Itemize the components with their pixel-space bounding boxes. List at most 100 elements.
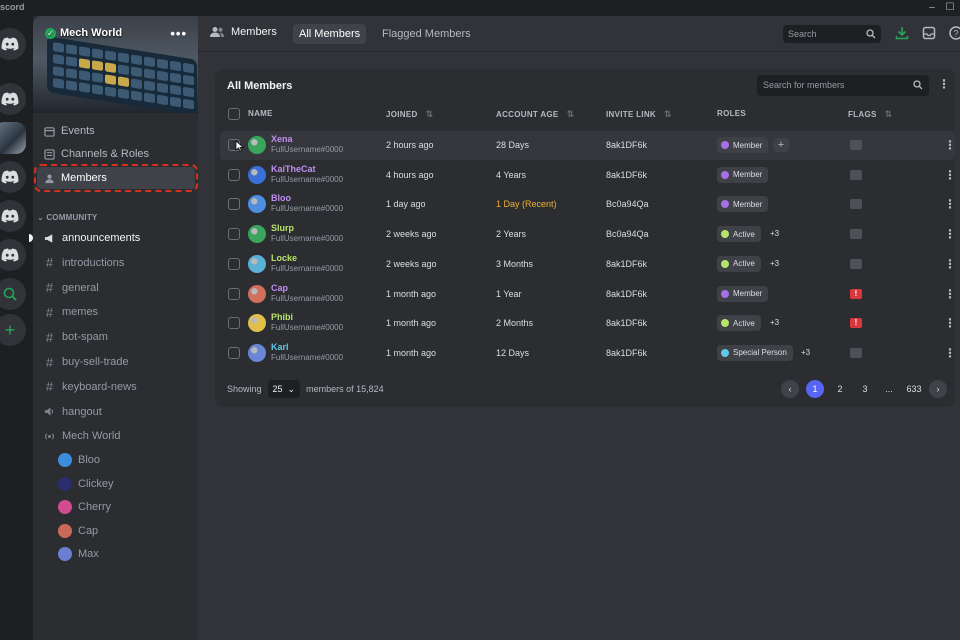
flag-alert-icon[interactable]: ! xyxy=(850,318,862,329)
inbox-icon[interactable] xyxy=(922,26,936,40)
server-server-5[interactable] xyxy=(0,239,26,271)
sort-icon[interactable]: ⇅ xyxy=(426,109,434,120)
role-badge[interactable]: Active xyxy=(717,255,761,272)
minimize-icon[interactable]: – xyxy=(926,2,938,14)
voice-user[interactable]: Bloo xyxy=(58,450,100,470)
table-row[interactable]: Bloo FullUsername#0000 1 day ago 1 Day (Rec… xyxy=(220,190,956,219)
prev-page-button[interactable]: ‹ xyxy=(781,380,799,398)
table-row[interactable]: Karl FullUsername#0000 1 month ago 12 Days 8… xyxy=(220,339,956,368)
help-icon[interactable]: ? xyxy=(949,26,960,40)
channel-general[interactable]: # general xyxy=(37,277,195,299)
row-menu-icon[interactable]: ⋮ xyxy=(944,257,956,271)
voice-user[interactable]: Cap xyxy=(58,521,98,541)
row-checkbox[interactable] xyxy=(228,228,240,241)
channel-bot-spam[interactable]: # bot-spam xyxy=(37,326,195,348)
flag-alert-icon[interactable]: ! xyxy=(850,288,862,299)
sort-icon[interactable]: ⇅ xyxy=(664,109,672,120)
download-icon[interactable] xyxy=(895,26,909,40)
avatar[interactable] xyxy=(248,254,266,273)
avatar[interactable] xyxy=(248,195,266,214)
channel-mech-world[interactable]: Mech World xyxy=(37,425,195,447)
row-checkbox[interactable] xyxy=(228,317,240,330)
column-invite-link[interactable]: INVITE LINK ⇅ xyxy=(606,109,672,120)
more-roles-count[interactable]: +3 xyxy=(770,259,779,268)
sort-icon[interactable]: ⇅ xyxy=(567,109,575,120)
row-menu-icon[interactable]: ⋮ xyxy=(944,227,956,241)
table-row[interactable]: Slurp FullUsername#0000 2 weeks ago 2 Years… xyxy=(220,220,956,249)
channel-buy-sell-trade[interactable]: # buy-sell-trade xyxy=(37,351,195,373)
voice-user[interactable]: Clickey xyxy=(58,474,113,494)
nav-members[interactable]: Members xyxy=(34,164,198,192)
role-badge[interactable]: Member xyxy=(717,285,769,302)
server-server-1[interactable] xyxy=(0,83,26,115)
member-name[interactable]: KaiTheCat xyxy=(271,164,316,174)
avatar[interactable] xyxy=(248,314,266,333)
row-checkbox[interactable] xyxy=(228,168,240,181)
role-badge[interactable]: Active xyxy=(717,226,761,243)
flag-icon[interactable] xyxy=(850,229,862,240)
server-add-server[interactable]: + xyxy=(0,314,26,346)
member-search-input[interactable]: Search for members xyxy=(757,75,929,96)
server-mech-world[interactable] xyxy=(0,122,26,154)
row-checkbox[interactable] xyxy=(228,346,240,359)
column-flags[interactable]: FLAGS ⇅ xyxy=(848,109,892,120)
role-badge[interactable]: Active xyxy=(717,315,761,332)
row-menu-icon[interactable]: ⋮ xyxy=(944,138,956,152)
row-menu-icon[interactable]: ⋮ xyxy=(944,346,956,360)
channel-announcements[interactable]: announcements xyxy=(37,227,195,249)
page-button-3[interactable]: 3 xyxy=(856,380,874,398)
member-name[interactable]: Locke xyxy=(271,253,297,263)
column-roles[interactable]: ROLES xyxy=(717,109,746,118)
column-joined[interactable]: JOINED ⇅ xyxy=(386,109,433,120)
page-button-633[interactable]: 633 xyxy=(901,380,927,398)
more-roles-count[interactable]: +3 xyxy=(770,229,779,238)
column-name[interactable]: NAME xyxy=(248,109,273,118)
server-server-3[interactable] xyxy=(0,161,26,193)
table-row[interactable]: Phibi FullUsername#0000 1 month ago 2 Month… xyxy=(220,309,956,338)
server-explore[interactable] xyxy=(0,278,26,310)
channel-keyboard-news[interactable]: # keyboard-news xyxy=(37,376,195,398)
table-row[interactable]: Locke FullUsername#0000 2 weeks ago 3 Month… xyxy=(220,250,956,279)
flag-icon[interactable] xyxy=(850,140,862,150)
page-button-2[interactable]: 2 xyxy=(831,380,849,398)
flag-icon[interactable] xyxy=(850,258,862,269)
more-roles-count[interactable]: +3 xyxy=(801,348,810,357)
table-row[interactable]: Xena FullUsername#0000 2 hours ago 28 Days 8… xyxy=(220,131,956,160)
avatar[interactable] xyxy=(248,136,266,154)
server-menu-icon[interactable]: ••• xyxy=(170,26,187,41)
avatar[interactable] xyxy=(248,284,266,303)
channel-hangout[interactable]: hangout xyxy=(37,401,195,423)
tab-flagged-members[interactable]: Flagged Members xyxy=(376,24,477,44)
select-all-checkbox[interactable] xyxy=(228,108,240,120)
row-menu-icon[interactable]: ⋮ xyxy=(944,287,956,301)
page-button-1[interactable]: 1 xyxy=(806,380,824,398)
member-name[interactable]: Xena xyxy=(271,134,293,144)
avatar[interactable] xyxy=(248,165,266,184)
row-checkbox[interactable] xyxy=(228,198,240,211)
row-checkbox[interactable] xyxy=(228,257,240,270)
avatar[interactable] xyxy=(248,225,266,244)
column-account-age[interactable]: ACCOUNT AGE ⇅ xyxy=(496,109,574,120)
tab-all-members[interactable]: All Members xyxy=(293,24,367,44)
member-name[interactable]: Cap xyxy=(271,283,288,293)
voice-user[interactable]: Cherry xyxy=(58,497,111,517)
role-badge[interactable]: Member xyxy=(717,166,769,183)
sort-icon[interactable]: ⇅ xyxy=(885,109,893,120)
row-menu-icon[interactable]: ⋮ xyxy=(944,316,956,330)
flag-icon[interactable] xyxy=(850,347,862,358)
flag-icon[interactable] xyxy=(850,169,862,180)
category-community[interactable]: ⌄ COMMUNITY xyxy=(37,213,97,222)
channel-memes[interactable]: # memes xyxy=(37,301,195,323)
page-size-select[interactable]: 25 ⌄ xyxy=(267,380,301,398)
add-role-button[interactable]: + xyxy=(773,138,789,152)
role-badge[interactable]: Member xyxy=(717,196,769,213)
table-row[interactable]: KaiTheCat FullUsername#0000 4 hours ago 4 Y… xyxy=(220,161,956,190)
member-name[interactable]: Phibi xyxy=(271,312,293,322)
member-name[interactable]: Bloo xyxy=(271,193,291,203)
server-banner[interactable]: ✓ Mech World ••• xyxy=(33,16,198,113)
role-badge[interactable]: Special Person xyxy=(717,344,793,361)
server-home[interactable] xyxy=(0,28,26,60)
server-server-4[interactable] xyxy=(0,200,26,232)
member-name[interactable]: Slurp xyxy=(271,223,294,233)
flag-icon[interactable] xyxy=(850,199,862,210)
